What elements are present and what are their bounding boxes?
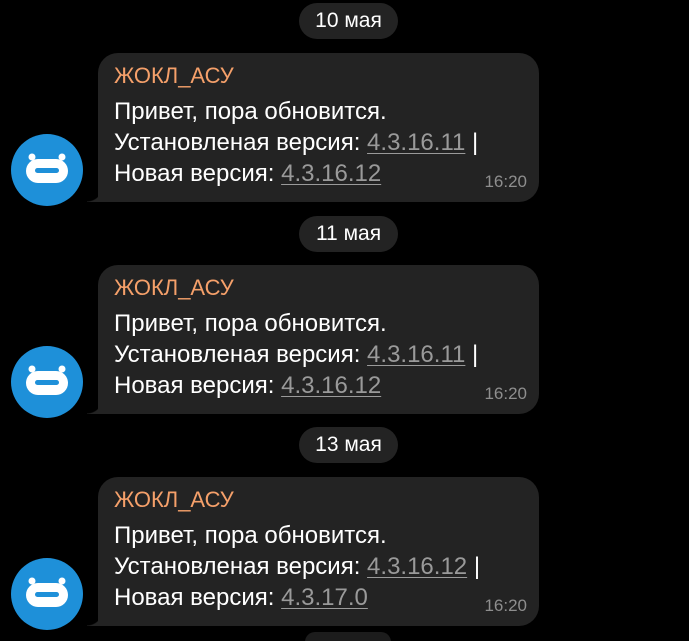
new-version-label: Новая версия: (114, 160, 275, 187)
new-version-link[interactable]: 4.3.16.12 (281, 160, 381, 187)
robot-icon (26, 365, 68, 395)
date-separator: 13 мая (299, 427, 398, 463)
separator: | (473, 553, 481, 580)
message-greeting: Привет, пора обновится. (114, 522, 387, 549)
robot-icon (26, 153, 68, 183)
installed-version-line: Установленая версия: 4.3.16.11 | (114, 339, 525, 370)
message-greeting: Привет, пора обновится. (114, 310, 387, 337)
date-label: 13 мая (315, 433, 382, 456)
sender-name[interactable]: ЖОКЛ_АСУ (114, 274, 525, 302)
installed-version-label: Установленая версия: (114, 553, 361, 580)
new-version-label: Новая версия: (114, 584, 275, 611)
message-time: 16:20 (484, 384, 527, 403)
installed-version-link[interactable]: 4.3.16.11 (367, 129, 465, 156)
bot-avatar[interactable] (11, 558, 83, 630)
new-version-line: Новая версия: 4.3.17.0 (114, 582, 525, 613)
sender-name[interactable]: ЖОКЛ_АСУ (114, 486, 525, 514)
new-version-link[interactable]: 4.3.17.0 (281, 584, 368, 611)
date-separator: 10 мая (299, 3, 398, 39)
installed-version-link[interactable]: 4.3.16.12 (367, 553, 467, 580)
robot-icon (26, 577, 68, 607)
message-bubble[interactable]: ЖОКЛ_АСУ Привет, пора обновится. Установ… (87, 53, 539, 202)
message-time: 16:20 (484, 172, 527, 191)
new-version-link[interactable]: 4.3.16.12 (281, 372, 381, 399)
message-time: 16:20 (484, 596, 527, 615)
message-greeting: Привет, пора обновится. (114, 98, 387, 125)
installed-version-link[interactable]: 4.3.16.11 (367, 341, 465, 368)
installed-version-line: Установленая версия: 4.3.16.12 | (114, 551, 525, 582)
chat-history: 10 мая ЖОКЛ_АСУ Привет, пора обновится. … (0, 0, 689, 641)
new-version-label: Новая версия: (114, 372, 275, 399)
date-separator-partial (305, 632, 391, 641)
message-bubble[interactable]: ЖОКЛ_АСУ Привет, пора обновится. Установ… (87, 477, 539, 626)
message-bubble[interactable]: ЖОКЛ_АСУ Привет, пора обновится. Установ… (87, 265, 539, 414)
date-separator: 11 мая (299, 216, 398, 252)
separator: | (472, 129, 479, 156)
new-version-line: Новая версия: 4.3.16.12 (114, 370, 525, 401)
bot-avatar[interactable] (11, 346, 83, 418)
installed-version-label: Установленая версия: (114, 129, 361, 156)
new-version-line: Новая версия: 4.3.16.12 (114, 158, 525, 189)
separator: | (472, 341, 479, 368)
bot-avatar[interactable] (11, 134, 83, 206)
installed-version-label: Установленая версия: (114, 341, 361, 368)
sender-name[interactable]: ЖОКЛ_АСУ (114, 62, 525, 90)
date-label: 11 мая (315, 222, 382, 245)
installed-version-line: Установленая версия: 4.3.16.11 | (114, 127, 525, 158)
date-label: 10 мая (315, 9, 382, 32)
